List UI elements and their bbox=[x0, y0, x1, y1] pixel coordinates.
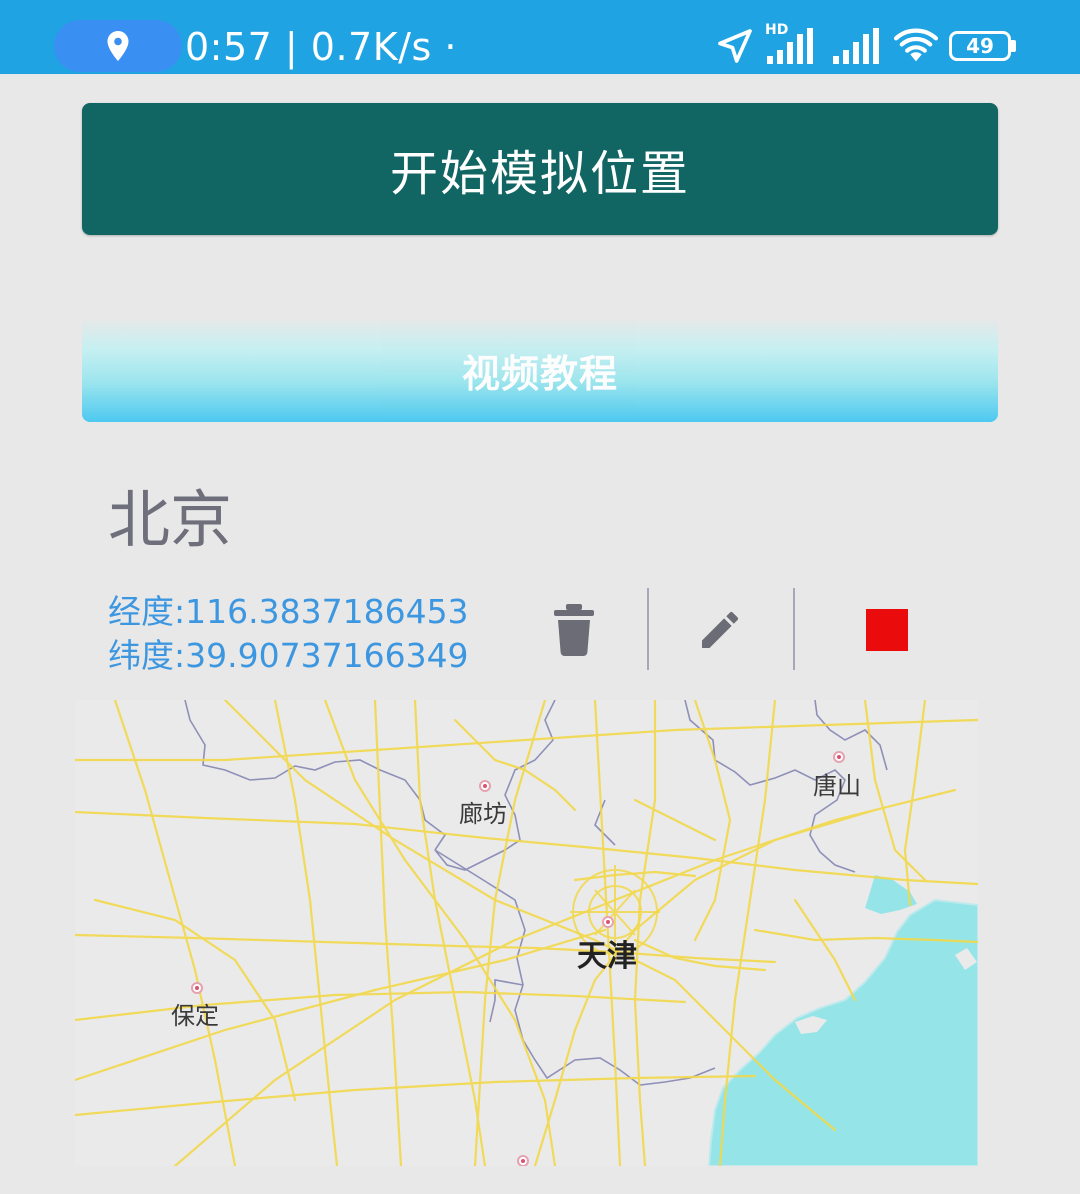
navigation-arrow-icon bbox=[718, 29, 752, 63]
city-marker bbox=[191, 982, 203, 994]
city-name: 北京 bbox=[108, 483, 233, 556]
edit-button[interactable] bbox=[686, 590, 754, 670]
location-pin-icon bbox=[107, 31, 129, 61]
longitude-row: 经度:116.3837186453 bbox=[108, 592, 469, 632]
longitude-value: 116.3837186453 bbox=[185, 592, 469, 631]
signal-icon bbox=[767, 28, 813, 64]
map-label-tianjin: 天津 bbox=[577, 939, 637, 974]
action-divider bbox=[793, 588, 795, 670]
start-mock-location-button[interactable]: 开始模拟位置 bbox=[82, 103, 998, 235]
map-label-langfang: 廊坊 bbox=[459, 800, 507, 828]
map-label-baoding: 保定 bbox=[171, 1002, 219, 1030]
battery-cap bbox=[1011, 40, 1016, 52]
map-label-tangshan: 唐山 bbox=[813, 772, 861, 800]
battery-level: 49 bbox=[966, 34, 994, 58]
delete-button[interactable] bbox=[540, 590, 608, 670]
trash-icon bbox=[554, 604, 594, 656]
city-marker bbox=[602, 916, 614, 928]
battery-body: 49 bbox=[949, 31, 1011, 61]
status-icons: HD 49 bbox=[715, 22, 1016, 70]
city-marker bbox=[517, 1155, 529, 1166]
latitude-row: 纬度:39.90737166349 bbox=[108, 636, 469, 676]
status-time-speed: 0:57 | 0.7K/s · bbox=[185, 25, 457, 69]
latitude-label: 纬度: bbox=[108, 636, 186, 675]
status-bar: 0:57 | 0.7K/s · HD 49 bbox=[0, 0, 1080, 74]
wifi-icon bbox=[893, 28, 939, 62]
map-view[interactable]: 廊坊 唐山 天津 保定 bbox=[75, 700, 978, 1166]
signal-hd-icon: HD bbox=[765, 22, 821, 66]
signal-icon bbox=[833, 28, 879, 64]
city-marker bbox=[833, 751, 845, 763]
location-indicator[interactable] bbox=[54, 20, 182, 72]
latitude-value: 39.90737166349 bbox=[185, 636, 469, 675]
video-tutorial-button[interactable]: 视频教程 bbox=[82, 318, 998, 422]
stop-icon bbox=[866, 609, 908, 651]
action-divider bbox=[647, 588, 649, 670]
pencil-icon bbox=[702, 611, 739, 648]
battery-icon: 49 bbox=[949, 31, 1016, 61]
city-marker bbox=[479, 780, 491, 792]
stop-button[interactable] bbox=[852, 590, 922, 670]
longitude-label: 经度: bbox=[108, 592, 186, 631]
